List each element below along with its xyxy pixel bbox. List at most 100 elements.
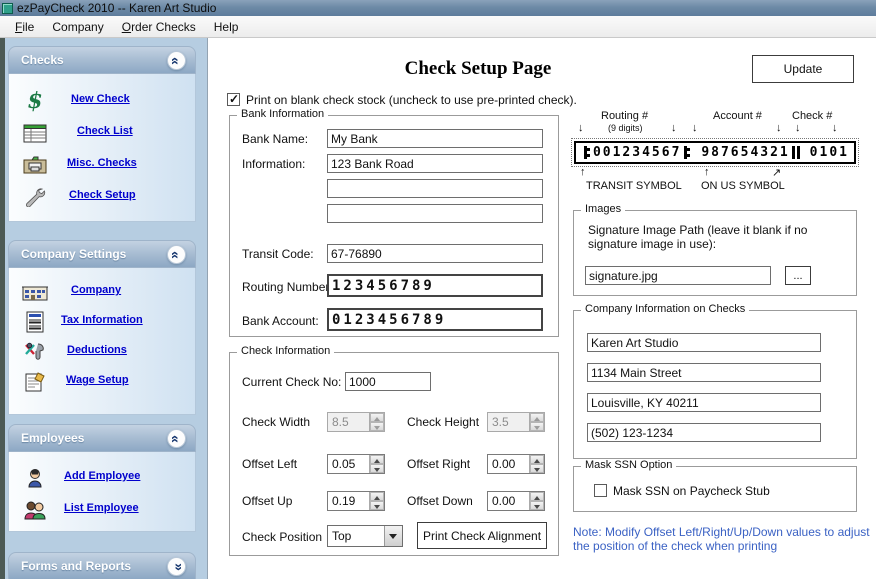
bank-information-line2-input[interactable] bbox=[327, 179, 543, 198]
up-arrow-icon: ↑ bbox=[580, 166, 586, 178]
sidebar-section-forms-reports-header[interactable]: Forms and Reports bbox=[8, 552, 196, 579]
on-us-symbol-icon bbox=[792, 146, 800, 159]
check-height-spinner: 3.5 bbox=[487, 412, 545, 432]
update-button[interactable]: Update bbox=[752, 55, 854, 83]
company-phone-input[interactable] bbox=[587, 423, 821, 442]
offset-right-spinner[interactable]: 0.00 bbox=[487, 454, 545, 474]
spin-up-icon[interactable] bbox=[530, 492, 544, 501]
menu-help[interactable]: Help bbox=[205, 18, 248, 36]
company-city-input[interactable] bbox=[587, 393, 821, 412]
sidebar-item-label: Tax Information bbox=[61, 314, 143, 326]
chevron-up-icon[interactable] bbox=[167, 51, 186, 70]
current-check-no-input[interactable] bbox=[345, 372, 431, 391]
check-position-label: Check Position bbox=[242, 530, 322, 544]
account-label: Account # bbox=[713, 110, 762, 122]
account-digits: 987654321 bbox=[701, 145, 789, 160]
company-icon bbox=[9, 277, 61, 307]
bank-information-group: Bank Information Bank Name: Information:… bbox=[229, 115, 559, 337]
group-legend: Check Information bbox=[237, 345, 334, 357]
down-arrow-icon: ↓ bbox=[671, 122, 677, 134]
sidebar: Checks $ New Check Check List Misc. Chec… bbox=[0, 38, 207, 579]
spin-up-icon[interactable] bbox=[370, 455, 384, 464]
sidebar-section-employees-body: Add Employee List Employee bbox=[8, 452, 196, 532]
sidebar-item-list-employee[interactable]: List Employee bbox=[9, 495, 195, 525]
down-arrow-icon: ↓ bbox=[578, 122, 584, 134]
spin-up-icon bbox=[530, 413, 544, 422]
menu-company[interactable]: Company bbox=[43, 18, 112, 36]
sidebar-item-deductions[interactable]: Deductions bbox=[9, 337, 195, 367]
offset-left-value: 0.05 bbox=[328, 455, 369, 473]
group-legend: Images bbox=[581, 203, 625, 215]
on-us-symbol-label: ON US SYMBOL bbox=[701, 180, 785, 192]
offset-up-spinner[interactable]: 0.19 bbox=[327, 491, 385, 511]
spin-down-icon[interactable] bbox=[370, 464, 384, 473]
check-width-spinner: 8.5 bbox=[327, 412, 385, 432]
company-info-group: Company Information on Checks bbox=[573, 310, 857, 459]
menu-order-checks[interactable]: Order Checks bbox=[113, 18, 205, 36]
spin-down-icon[interactable] bbox=[530, 501, 544, 510]
sidebar-item-check-setup[interactable]: Check Setup bbox=[9, 182, 195, 212]
spin-down-icon bbox=[530, 422, 544, 431]
chevron-up-icon[interactable] bbox=[167, 429, 186, 448]
sidebar-section-checks-body: $ New Check Check List Misc. Checks Che bbox=[8, 74, 196, 222]
signature-path-input[interactable] bbox=[585, 266, 771, 285]
sidebar-item-add-employee[interactable]: Add Employee bbox=[9, 463, 195, 493]
print-blank-stock-checkbox[interactable] bbox=[227, 93, 240, 106]
sidebar-item-check-list[interactable]: Check List bbox=[9, 118, 195, 148]
bank-information-line1-input[interactable] bbox=[327, 154, 543, 173]
sidebar-item-wage-setup[interactable]: Wage Setup bbox=[9, 367, 195, 397]
deductions-icon bbox=[9, 337, 61, 367]
bank-account-input[interactable] bbox=[327, 308, 543, 331]
app-icon bbox=[2, 3, 13, 14]
spin-up-icon[interactable] bbox=[370, 492, 384, 501]
window-title: ezPayCheck 2010 -- Karen Art Studio bbox=[17, 0, 216, 16]
company-street-input[interactable] bbox=[587, 363, 821, 382]
page-title: Check Setup Page bbox=[308, 58, 648, 80]
sidebar-section-checks-header[interactable]: Checks bbox=[8, 46, 196, 74]
bank-name-input[interactable] bbox=[327, 129, 543, 148]
mask-ssn-checkbox[interactable] bbox=[594, 484, 607, 497]
transit-code-input[interactable] bbox=[327, 244, 543, 263]
group-legend: Mask SSN Option bbox=[581, 459, 676, 471]
sidebar-item-new-check[interactable]: $ New Check bbox=[9, 86, 195, 116]
add-employee-icon bbox=[9, 463, 61, 493]
sidebar-item-misc-checks[interactable]: Misc. Checks bbox=[9, 150, 195, 180]
spin-down-icon[interactable] bbox=[530, 464, 544, 473]
print-check-alignment-button[interactable]: Print Check Alignment bbox=[417, 522, 547, 549]
check-position-select[interactable]: Top bbox=[327, 525, 403, 547]
down-arrow-icon: ↓ bbox=[692, 122, 698, 134]
menubar: File Company Order Checks Help bbox=[0, 16, 876, 38]
sidebar-section-company-settings-header[interactable]: Company Settings bbox=[8, 240, 196, 268]
browse-button[interactable]: ... bbox=[785, 266, 811, 285]
check-height-label: Check Height bbox=[407, 415, 479, 429]
check-setup-page: Check Setup Page Update Print on blank c… bbox=[207, 38, 876, 579]
sidebar-item-label: Misc. Checks bbox=[67, 157, 137, 169]
transit-symbol-icon bbox=[583, 146, 591, 159]
offset-down-spinner[interactable]: 0.00 bbox=[487, 491, 545, 511]
bank-information-line3-input[interactable] bbox=[327, 204, 543, 223]
wage-setup-icon bbox=[9, 367, 61, 397]
mask-ssn-group: Mask SSN Option Mask SSN on Paycheck Stu… bbox=[573, 466, 857, 512]
spin-down-icon bbox=[370, 422, 384, 431]
company-name-input[interactable] bbox=[587, 333, 821, 352]
chevron-down-icon[interactable] bbox=[384, 526, 402, 546]
sidebar-item-company[interactable]: Company bbox=[9, 277, 195, 307]
sidebar-section-company-settings-body: Company Tax Information Deductions Wage … bbox=[8, 268, 196, 415]
current-check-no-label: Current Check No: bbox=[242, 375, 341, 389]
content-area: Checks $ New Check Check List Misc. Chec… bbox=[0, 38, 876, 579]
sidebar-item-label: Check Setup bbox=[69, 189, 136, 201]
routing-number-label: Routing Number: bbox=[242, 280, 333, 294]
routing-number-input[interactable] bbox=[327, 274, 543, 297]
offset-left-spinner[interactable]: 0.05 bbox=[327, 454, 385, 474]
spin-down-icon[interactable] bbox=[370, 501, 384, 510]
chevron-down-icon[interactable] bbox=[167, 557, 186, 576]
bank-name-label: Bank Name: bbox=[242, 132, 308, 146]
chevron-up-icon[interactable] bbox=[167, 245, 186, 264]
offset-right-label: Offset Right bbox=[407, 457, 470, 471]
spin-up-icon bbox=[370, 413, 384, 422]
menu-file[interactable]: File bbox=[6, 18, 43, 36]
sidebar-item-tax-information[interactable]: Tax Information bbox=[9, 307, 195, 337]
sidebar-section-employees-header[interactable]: Employees bbox=[8, 424, 196, 452]
check-position-value: Top bbox=[328, 526, 384, 546]
spin-up-icon[interactable] bbox=[530, 455, 544, 464]
